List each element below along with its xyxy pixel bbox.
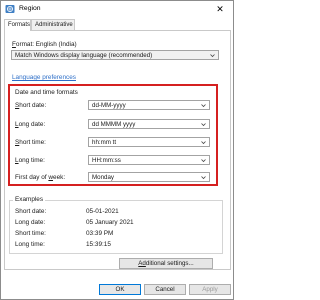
chevron-down-icon <box>201 159 206 163</box>
short-time-label: Short time: <box>15 139 46 146</box>
date-time-formats-title: Date and time formats <box>15 89 78 96</box>
format-select[interactable]: Match Windows display language (recommen… <box>11 50 219 60</box>
format-label: Format: English (India) <box>12 41 77 48</box>
long-date-select[interactable]: dd MMMM yyyy <box>88 119 210 129</box>
first-day-of-week-select[interactable]: Monday <box>88 172 210 182</box>
short-date-select[interactable]: dd-MM-yyyy <box>88 100 210 110</box>
example-short-time-label: Short time: <box>15 230 46 237</box>
language-preferences-link[interactable]: Language preferences <box>12 74 76 81</box>
example-long-time-value: 15:39:15 <box>86 241 111 248</box>
first-day-of-week-value: Monday <box>92 174 115 181</box>
region-dialog: Region ✕ Formats Administrative Format: … <box>0 0 234 300</box>
region-globe-icon <box>5 5 15 13</box>
chevron-down-icon <box>201 104 206 108</box>
long-time-value: HH:mm:ss <box>92 157 121 164</box>
chevron-down-icon <box>201 123 206 127</box>
title-bar: Region ✕ <box>1 1 233 17</box>
long-time-label: Long time: <box>15 157 45 164</box>
tab-formats[interactable]: Formats <box>4 19 31 31</box>
long-time-select[interactable]: HH:mm:ss <box>88 155 210 165</box>
tab-strip: Formats Administrative <box>4 19 230 31</box>
example-long-time-label: Long time: <box>15 241 45 248</box>
short-date-value: dd-MM-yyyy <box>92 102 126 109</box>
close-button[interactable]: ✕ <box>213 3 227 15</box>
short-time-select[interactable]: hh:mm tt <box>88 137 210 147</box>
example-long-date-label: Long date: <box>15 219 46 226</box>
additional-settings-button[interactable]: Additional settings... <box>119 258 213 269</box>
ok-button[interactable]: OK <box>99 284 141 295</box>
example-short-time-value: 03:39 PM <box>86 230 114 237</box>
long-date-value: dd MMMM yyyy <box>92 121 136 128</box>
format-select-value: Match Windows display language (recommen… <box>15 52 153 59</box>
example-short-date-label: Short date: <box>15 208 47 215</box>
tab-administrative[interactable]: Administrative <box>31 19 75 30</box>
example-long-date-value: 05 January 2021 <box>86 219 134 226</box>
long-date-label: Long date: <box>15 121 46 128</box>
chevron-down-icon <box>201 176 206 180</box>
apply-button[interactable]: Apply <box>189 284 231 295</box>
chevron-down-icon <box>201 141 206 145</box>
chevron-down-icon <box>210 54 215 58</box>
formats-panel: Format: English (India) Match Windows di… <box>4 30 231 270</box>
cancel-button[interactable]: Cancel <box>144 284 186 295</box>
short-date-label: Short date: <box>15 102 47 109</box>
short-time-value: hh:mm tt <box>92 139 117 146</box>
examples-title: Examples <box>13 196 46 203</box>
window-title: Region <box>19 5 41 12</box>
first-day-of-week-label: First day of week: <box>15 174 66 181</box>
example-short-date-value: 05-01-2021 <box>86 208 119 215</box>
